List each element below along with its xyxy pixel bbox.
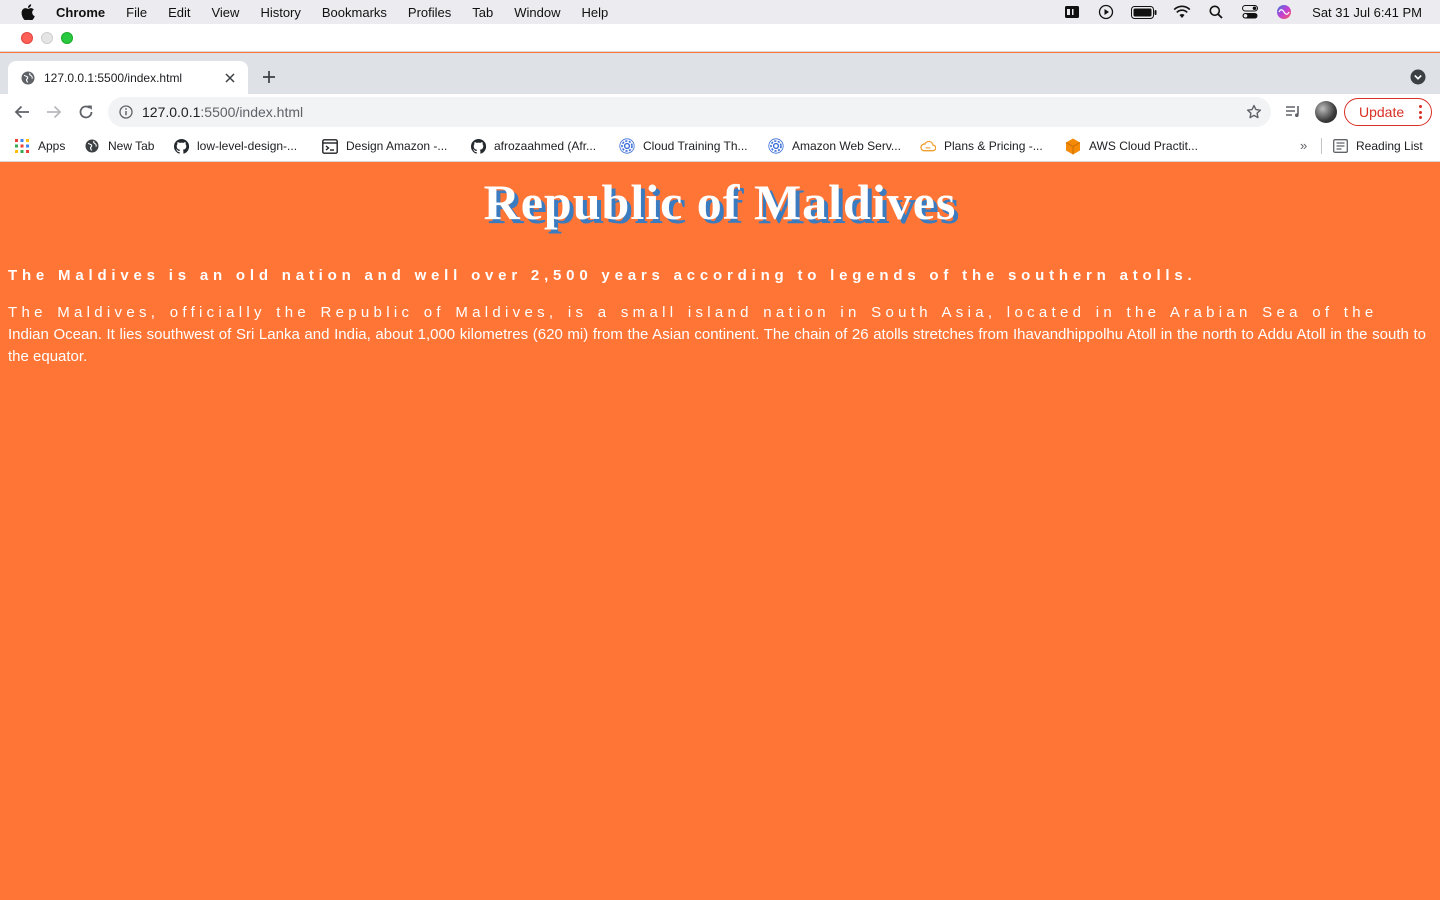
- url-path: :5500/index.html: [200, 104, 304, 120]
- reading-list-icon: [1332, 138, 1348, 154]
- tab-close-icon[interactable]: [222, 70, 238, 86]
- update-label: Update: [1359, 104, 1405, 120]
- url-host: 127.0.0.1: [142, 104, 201, 120]
- bookmark-design-amazon[interactable]: Design Amazon -...: [322, 137, 447, 155]
- bookmark-label: Amazon Web Serv...: [792, 139, 901, 153]
- browser-toolbar: 127.0.0.1:5500/index.html Update: [0, 94, 1440, 130]
- tab-strip: 127.0.0.1:5500/index.html: [0, 53, 1440, 94]
- body-remaining-text: Indian Ocean. It lies southwest of Sri L…: [8, 326, 1426, 365]
- reading-list-label: Reading List: [1356, 139, 1423, 153]
- bookmark-label: afrozaahmed (Afr...: [494, 139, 597, 153]
- menu-view[interactable]: View: [211, 5, 239, 20]
- profile-avatar[interactable]: [1314, 99, 1338, 125]
- bookmark-label: AWS Cloud Practit...: [1089, 139, 1198, 153]
- page-lead-paragraph: The Maldives is an old nation and well o…: [8, 267, 1197, 284]
- bookmarks-divider: [1321, 138, 1322, 154]
- body-first-line: The Maldives, officially the Republic of…: [8, 304, 1378, 321]
- menu-window[interactable]: Window: [514, 5, 560, 20]
- bookmarks-bar: Apps New Tab low-level-design-... Design…: [0, 130, 1440, 162]
- bookmark-label: Cloud Training Th...: [643, 139, 748, 153]
- bookmark-plans-pricing[interactable]: Plans & Pricing -...: [920, 137, 1043, 155]
- globe-icon: [20, 70, 36, 86]
- bookmark-afrozaahmed[interactable]: afrozaahmed (Afr...: [470, 137, 596, 155]
- window-close-button[interactable]: [21, 32, 33, 44]
- play-circle-icon[interactable]: [1096, 4, 1116, 20]
- cloud-gear-icon: [619, 138, 635, 154]
- web-page-content: Republic of Maldives The Maldives is an …: [0, 163, 1440, 900]
- media-playlist-icon[interactable]: [1283, 99, 1303, 125]
- bookmark-amazon-web-services[interactable]: Amazon Web Serv...: [768, 137, 901, 155]
- address-bar[interactable]: 127.0.0.1:5500/index.html: [108, 97, 1271, 127]
- reading-list-button[interactable]: Reading List: [1332, 137, 1423, 155]
- bookmark-low-level-design[interactable]: low-level-design-...: [173, 137, 297, 155]
- github-icon: [470, 138, 486, 154]
- page-heading: Republic of Maldives: [483, 174, 957, 230]
- battery-icon[interactable]: [1130, 4, 1158, 20]
- tab-search-chevron-icon[interactable]: [1410, 69, 1426, 85]
- menu-profiles[interactable]: Profiles: [408, 5, 451, 20]
- window-zoom-button[interactable]: [61, 32, 73, 44]
- menubar-status-area: Sat 31 Jul 6:41 PM: [1062, 0, 1422, 24]
- menu-history[interactable]: History: [260, 5, 300, 20]
- control-center-icon[interactable]: [1240, 4, 1260, 20]
- bookmark-apps[interactable]: Apps: [14, 137, 65, 155]
- menu-edit[interactable]: Edit: [168, 5, 190, 20]
- bookmark-label: Design Amazon -...: [346, 139, 448, 153]
- menu-bookmarks[interactable]: Bookmarks: [322, 5, 387, 20]
- bookmark-cloud-training[interactable]: Cloud Training Th...: [619, 137, 748, 155]
- site-info-icon[interactable]: [118, 104, 134, 120]
- terminal-icon: [322, 138, 338, 154]
- wifi-icon[interactable]: [1172, 4, 1192, 20]
- window-title-strip: [0, 24, 1440, 52]
- bookmark-label: New Tab: [108, 139, 155, 153]
- menu-app-name[interactable]: Chrome: [56, 5, 105, 20]
- menu-tab[interactable]: Tab: [472, 5, 493, 20]
- bookmark-aws-cloud-practitioner[interactable]: AWS Cloud Practit...: [1065, 137, 1198, 155]
- menu-file[interactable]: File: [126, 5, 147, 20]
- tab-title: 127.0.0.1:5500/index.html: [44, 70, 183, 85]
- menubar-clock[interactable]: Sat 31 Jul 6:41 PM: [1312, 5, 1422, 20]
- tab-active[interactable]: 127.0.0.1:5500/index.html: [8, 61, 248, 94]
- chrome-update-button[interactable]: Update: [1344, 98, 1432, 126]
- bookmarks-overflow-chevron-icon[interactable]: »: [1300, 138, 1307, 153]
- apps-grid-icon: [14, 138, 30, 154]
- bookmark-label: low-level-design-...: [197, 139, 298, 153]
- window-minimize-button[interactable]: [41, 32, 53, 44]
- bookmark-new-tab[interactable]: New Tab: [84, 137, 154, 155]
- screen-record-icon[interactable]: [1062, 4, 1082, 20]
- menu-help[interactable]: Help: [582, 5, 609, 20]
- address-url[interactable]: 127.0.0.1:5500/index.html: [142, 104, 1245, 120]
- siri-icon[interactable]: [1274, 4, 1294, 20]
- apple-logo-icon[interactable]: [20, 4, 36, 20]
- reload-icon[interactable]: [76, 102, 96, 122]
- bookmark-label: Plans & Pricing -...: [944, 139, 1043, 153]
- globe-icon: [84, 138, 100, 154]
- new-tab-plus-icon[interactable]: [259, 67, 279, 87]
- bookmark-star-icon[interactable]: [1245, 103, 1263, 121]
- kebab-menu-icon[interactable]: [1418, 105, 1422, 119]
- forward-arrow-icon[interactable]: [44, 102, 64, 122]
- page-body-paragraph: The Maldives, officially the Republic of…: [8, 302, 1426, 368]
- github-icon: [173, 138, 189, 154]
- spotlight-search-icon[interactable]: [1206, 4, 1226, 20]
- macos-menu-bar: Chrome File Edit View History Bookmarks …: [0, 0, 1440, 24]
- bookmark-label: Apps: [38, 139, 66, 153]
- cloud-gear-icon: [768, 138, 784, 154]
- cloud-icon: [920, 138, 936, 154]
- aws-cube-icon: [1065, 138, 1081, 154]
- avatar-image: [1315, 101, 1337, 123]
- back-arrow-icon[interactable]: [12, 102, 32, 122]
